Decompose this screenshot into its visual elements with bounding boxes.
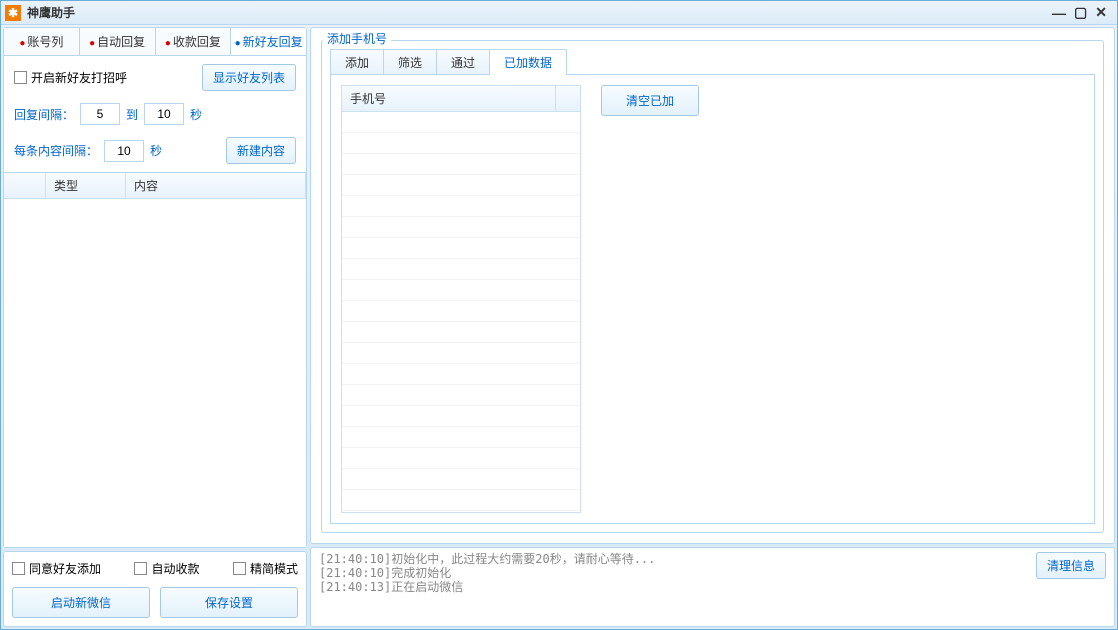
auto-collect-label: 自动收款 bbox=[151, 560, 199, 577]
phone-grid-body[interactable] bbox=[342, 112, 580, 512]
window-title: 神鹰助手 bbox=[27, 4, 1052, 21]
inner-tab-added-data[interactable]: 已加数据 bbox=[489, 49, 567, 75]
content-interval-input[interactable] bbox=[104, 140, 144, 162]
tab-payment-reply[interactable]: ●收款回复 bbox=[156, 28, 232, 55]
col-blank bbox=[4, 173, 46, 198]
reply-min-input[interactable] bbox=[80, 103, 120, 125]
agree-add-label: 同意好友添加 bbox=[29, 560, 101, 577]
greet-checkbox-label: 开启新好友打招呼 bbox=[31, 69, 127, 86]
content-interval-label: 每条内容间隔： bbox=[14, 142, 98, 159]
clear-log-button[interactable]: 清理信息 bbox=[1036, 552, 1106, 579]
reply-interval-label: 回复间隔： bbox=[14, 106, 74, 123]
col-content: 内容 bbox=[126, 173, 306, 198]
content-table: 类型 内容 bbox=[4, 172, 306, 547]
left-bottom-panel: 同意好友添加 自动收款 精简模式 启动新微信 保存设置 bbox=[3, 551, 307, 627]
save-settings-button[interactable]: 保存设置 bbox=[160, 587, 298, 618]
auto-collect-checkbox[interactable]: 自动收款 bbox=[134, 560, 199, 577]
content-table-body[interactable] bbox=[4, 199, 306, 547]
tab-auto-reply-label: 自动回复 bbox=[97, 35, 145, 49]
left-main: ●账号列 ●自动回复 ●收款回复 ●新好友回复 开启新好友打招呼 显示好友列表 bbox=[3, 27, 307, 548]
window-controls: — ▢ ✕ bbox=[1052, 4, 1113, 21]
tab-payment-reply-label: 收款回复 bbox=[173, 35, 221, 49]
inner-content: 手机号 清空已加 bbox=[330, 74, 1095, 524]
simple-mode-label: 精简模式 bbox=[250, 560, 298, 577]
left-tabs: ●账号列 ●自动回复 ●收款回复 ●新好友回复 bbox=[4, 28, 306, 56]
col-type: 类型 bbox=[46, 173, 126, 198]
to-label: 到 bbox=[126, 106, 138, 123]
content-table-head: 类型 内容 bbox=[4, 173, 306, 199]
body: ●账号列 ●自动回复 ●收款回复 ●新好友回复 开启新好友打招呼 显示好友列表 bbox=[1, 25, 1117, 629]
app-icon: ✱ bbox=[5, 5, 21, 21]
right-main: 添加手机号 添加 筛选 通过 已加数据 手机号 bbox=[310, 27, 1115, 544]
new-content-button[interactable]: 新建内容 bbox=[226, 137, 296, 164]
checkbox-icon bbox=[12, 562, 25, 575]
start-wechat-button[interactable]: 启动新微信 bbox=[12, 587, 150, 618]
reply-max-input[interactable] bbox=[144, 103, 184, 125]
phone-grid-head: 手机号 bbox=[342, 86, 580, 112]
inner-tab-pass[interactable]: 通过 bbox=[436, 49, 490, 75]
minimize-button[interactable]: — bbox=[1052, 5, 1066, 21]
tab-auto-reply[interactable]: ●自动回复 bbox=[80, 28, 156, 55]
maximize-button[interactable]: ▢ bbox=[1074, 4, 1087, 21]
tab-accounts-label: 账号列 bbox=[27, 35, 63, 49]
titlebar[interactable]: ✱ 神鹰助手 — ▢ ✕ bbox=[1, 1, 1117, 25]
left-controls: 开启新好友打招呼 显示好友列表 回复间隔： 到 秒 bbox=[4, 56, 306, 172]
close-button[interactable]: ✕ bbox=[1095, 4, 1107, 21]
app-window: ✱ 神鹰助手 — ▢ ✕ ●账号列 ●自动回复 ●收款回复 ●新好友回复 bbox=[0, 0, 1118, 630]
greet-checkbox[interactable]: 开启新好友打招呼 bbox=[14, 69, 127, 86]
log-text: [21:40:10]初始化中，此过程大约需要20秒，请耐心等待... [21:4… bbox=[319, 552, 1028, 622]
tab-new-friend-reply-label: 新好友回复 bbox=[243, 35, 303, 49]
phone-grid: 手机号 bbox=[341, 85, 581, 513]
simple-mode-checkbox[interactable]: 精简模式 bbox=[233, 560, 298, 577]
seconds-label-1: 秒 bbox=[190, 106, 202, 123]
phone-col-narrow bbox=[556, 86, 580, 111]
group-title: 添加手机号 bbox=[323, 30, 391, 47]
checkbox-icon bbox=[14, 71, 27, 84]
left-panel: ●账号列 ●自动回复 ●收款回复 ●新好友回复 开启新好友打招呼 显示好友列表 bbox=[3, 27, 307, 627]
right-panel: 添加手机号 添加 筛选 通过 已加数据 手机号 bbox=[310, 27, 1115, 627]
tab-new-friend-reply[interactable]: ●新好友回复 bbox=[231, 28, 306, 55]
log-panel: [21:40:10]初始化中，此过程大约需要20秒，请耐心等待... [21:4… bbox=[310, 547, 1115, 627]
inner-tabs: 添加 筛选 通过 已加数据 bbox=[330, 49, 1095, 75]
add-phone-group: 添加手机号 添加 筛选 通过 已加数据 手机号 bbox=[321, 40, 1104, 533]
main: ●账号列 ●自动回复 ●收款回复 ●新好友回复 开启新好友打招呼 显示好友列表 bbox=[3, 27, 1115, 627]
tab-accounts[interactable]: ●账号列 bbox=[4, 28, 80, 55]
agree-add-checkbox[interactable]: 同意好友添加 bbox=[12, 560, 101, 577]
seconds-label-2: 秒 bbox=[150, 142, 162, 159]
phone-col: 手机号 bbox=[342, 86, 556, 111]
checkbox-icon bbox=[134, 562, 147, 575]
inner-tab-add[interactable]: 添加 bbox=[330, 49, 384, 75]
show-friend-list-button[interactable]: 显示好友列表 bbox=[202, 64, 296, 91]
clear-added-button[interactable]: 清空已加 bbox=[601, 85, 699, 116]
checkbox-icon bbox=[233, 562, 246, 575]
inner-tab-filter[interactable]: 筛选 bbox=[383, 49, 437, 75]
